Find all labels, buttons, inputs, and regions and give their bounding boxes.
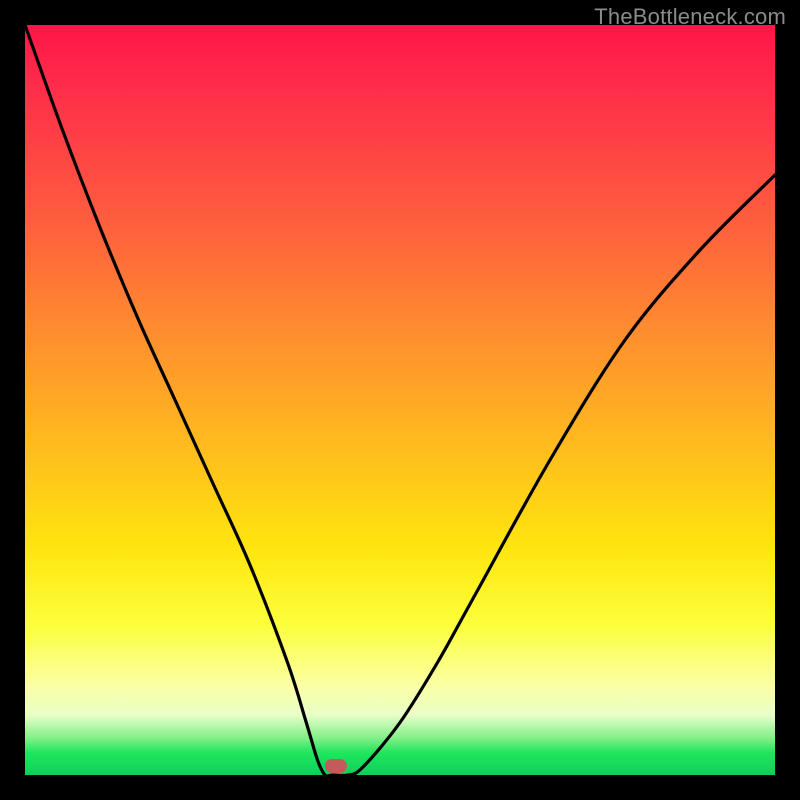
chart-frame: TheBottleneck.com <box>0 0 800 800</box>
curve-svg <box>25 25 775 775</box>
plot-area <box>25 25 775 775</box>
watermark-text: TheBottleneck.com <box>594 4 786 30</box>
optimal-point-marker <box>325 759 347 773</box>
bottleneck-curve <box>25 25 775 775</box>
